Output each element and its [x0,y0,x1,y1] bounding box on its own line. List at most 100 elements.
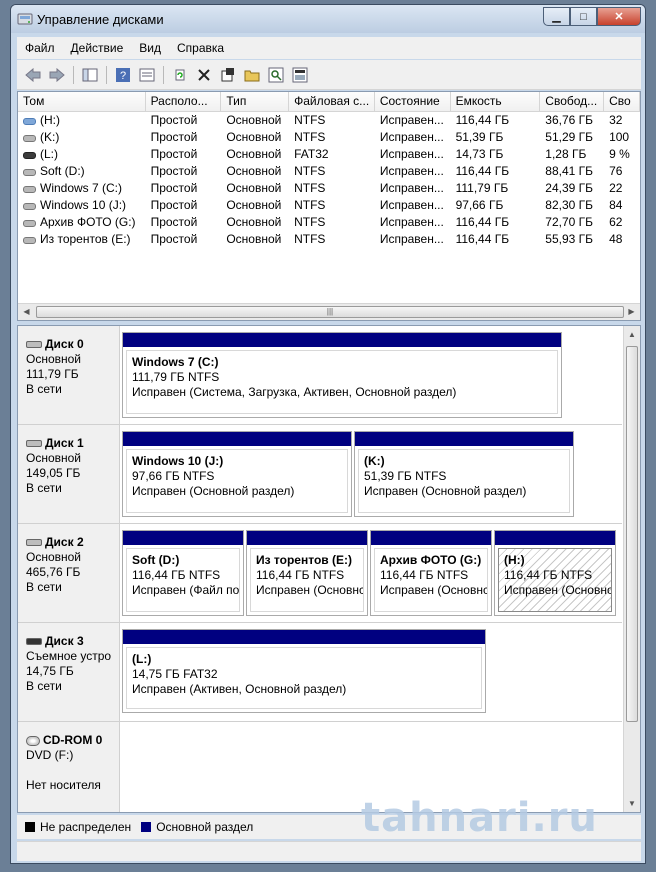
vertical-scrollbar[interactable]: ▲ ▼ [623,326,640,812]
help-icon[interactable]: ? [113,65,133,85]
column-header[interactable]: Сво [604,92,640,112]
close-button[interactable]: ✕ [597,7,641,26]
partition[interactable]: Архив ФОТО (G:) 116,44 ГБ NTFS Исправен (О… [370,530,492,616]
volume-list: Том Располо... Тип Файловая с... Состояние Ем… [17,91,641,321]
partition[interactable]: (K:) 51,39 ГБ NTFS Исправен (Основной разд… [354,431,574,517]
open-folder-icon[interactable] [242,65,262,85]
disk-info[interactable]: Диск 1 Основной 149,05 ГБ В сети [18,425,120,523]
table-cell: 111,79 ГБ [455,181,509,195]
disk-size: 111,79 ГБ [26,367,79,381]
partition-status: Исправен (Основнс [380,583,488,597]
table-cell: 97,66 ГБ [455,198,504,212]
partition-size: 116,44 ГБ NTFS [504,568,593,582]
volume-name: Windows 7 (C:) [40,181,123,195]
horizontal-scrollbar[interactable]: ◀ ||| ▶ [18,303,640,320]
column-header[interactable]: Файловая с... [289,92,375,112]
scroll-down-icon[interactable]: ▼ [624,795,640,812]
partition-type-bar [123,630,485,644]
disk-info[interactable]: Диск 0 Основной 111,79 ГБ В сети [18,326,120,424]
table-row[interactable]: (H:) Простой Основной NTFS Исправен... 116,44… [18,112,640,129]
disk-management-window: Управление дисками ▁ □ ✕ Файл Действие В… [10,4,646,864]
table-cell: 88,41 ГБ [545,164,594,178]
menu-file[interactable]: Файл [17,41,63,55]
settings-icon[interactable] [218,65,238,85]
menu-view[interactable]: Вид [131,41,169,55]
back-arrow-icon[interactable] [23,65,43,85]
partition[interactable]: Windows 7 (C:) 111,79 ГБ NTFS Исправен (Си… [122,332,562,418]
table-cell: Исправен... [379,181,444,195]
table-cell: 14,73 ГБ [455,147,504,161]
disk-type: DVD (F:) [26,748,74,762]
partition[interactable]: Soft (D:) 116,44 ГБ NTFS Исправен (Файл по… [122,530,244,616]
disk-name: Диск 1 [26,436,119,451]
partition-details: Windows 7 (C:) 111,79 ГБ NTFS Исправен (Си… [126,350,558,414]
table-row[interactable]: (K:) Простой Основной NTFS Исправен... 51,39 … [18,129,640,146]
partition-type-bar [247,531,367,545]
table-row[interactable]: Windows 7 (C:) Простой Основной NTFS Исправе… [18,180,640,197]
column-header[interactable]: Располо... [146,92,222,112]
menu-action[interactable]: Действие [63,41,132,55]
partition[interactable]: (H:) 116,44 ГБ NTFS Исправен (Основно [494,530,616,616]
column-header[interactable]: Емкость [451,92,541,112]
partition-size: 116,44 ГБ NTFS [256,568,345,582]
disk-name: CD-ROM 0 [26,733,119,748]
maximize-button[interactable]: □ [570,7,597,26]
disk-type: Основной [26,352,82,366]
partition-details: Из торентов (E:) 116,44 ГБ NTFS Исправен (… [250,548,364,612]
scroll-thumb[interactable]: ||| [36,306,624,318]
partition[interactable]: Windows 10 (J:) 97,66 ГБ NTFS Исправен (Ос… [122,431,352,517]
partition-type-bar [123,531,243,545]
table-cell: 48 [609,232,623,246]
partition[interactable]: (L:) 14,75 ГБ FAT32 Исправен (Активен, Осн… [122,629,486,713]
search-icon[interactable] [266,65,286,85]
table-cell: 36,76 ГБ [545,113,594,127]
table-row[interactable]: (L:) Простой Основной FAT32 Исправен... 14,73… [18,146,640,163]
table-cell: Исправен... [379,198,444,212]
partition-name: Windows 7 (C:) [132,355,219,369]
scroll-thumb[interactable] [626,346,638,722]
partition-type-bar [371,531,491,545]
table-row[interactable]: Архив ФОТО (G:) Простой Основной NTFS Исправ… [18,214,640,231]
table-cell: Основной [226,113,282,127]
title-bar[interactable]: Управление дисками ▁ □ ✕ [11,5,645,33]
disk-info[interactable]: Диск 2 Основной 465,76 ГБ В сети [18,524,120,622]
scroll-right-icon[interactable]: ▶ [623,304,640,320]
disk-row: Диск 1 Основной 149,05 ГБ В сети Windows 10 … [18,425,622,524]
table-cell: Простой [150,215,198,229]
disk-type: Съемное устро [26,649,112,663]
console-tree-icon[interactable] [80,65,100,85]
table-cell: 32 [609,113,623,127]
column-header[interactable]: Том [18,92,146,112]
disk-info[interactable]: Диск 3 Съемное устро 14,75 ГБ В сети [18,623,120,721]
disk-info[interactable]: CD-ROM 0 DVD (F:) Нет носителя [18,722,120,812]
table-cell: 51,39 ГБ [455,130,504,144]
disk-type: Основной [26,550,82,564]
forward-arrow-icon[interactable] [47,65,67,85]
disk-map: CD-ROM 0 DVD (F:) Нет носителя Диск 3 Съемно… [17,325,641,813]
refresh-icon[interactable] [170,65,190,85]
export-icon[interactable] [290,65,310,85]
properties-icon[interactable] [137,65,157,85]
partition-type-bar [355,432,573,446]
scroll-left-icon[interactable]: ◀ [18,304,35,320]
table-cell: Исправен... [379,164,444,178]
minimize-button[interactable]: ▁ [543,7,570,26]
volume-drive-icon [23,237,36,244]
column-header[interactable]: Тип [221,92,290,112]
table-row[interactable]: Windows 10 (J:) Простой Основной NTFS Исправ… [18,197,640,214]
table-row[interactable]: Из торентов (E:) Простой Основной NTFS Испра… [18,231,640,248]
menu-help[interactable]: Справка [169,41,232,55]
column-header[interactable]: Свобод... [540,92,605,112]
watermark: tahnari.ru [361,795,598,841]
disk-name-label: Диск 2 [45,535,84,549]
disk-size: 465,76 ГБ [26,565,81,579]
disk-name-label: CD-ROM 0 [43,733,103,747]
table-row[interactable]: Soft (D:) Простой Основной NTFS Исправен... 1… [18,163,640,180]
partition-details: (K:) 51,39 ГБ NTFS Исправен (Основной разд… [358,449,570,513]
partition-type-bar [495,531,615,545]
column-header[interactable]: Состояние [375,92,451,112]
delete-icon[interactable] [194,65,214,85]
svg-text:?: ? [120,70,126,82]
partition[interactable]: Из торентов (E:) 116,44 ГБ NTFS Исправен (… [246,530,368,616]
scroll-up-icon[interactable]: ▲ [624,326,640,343]
